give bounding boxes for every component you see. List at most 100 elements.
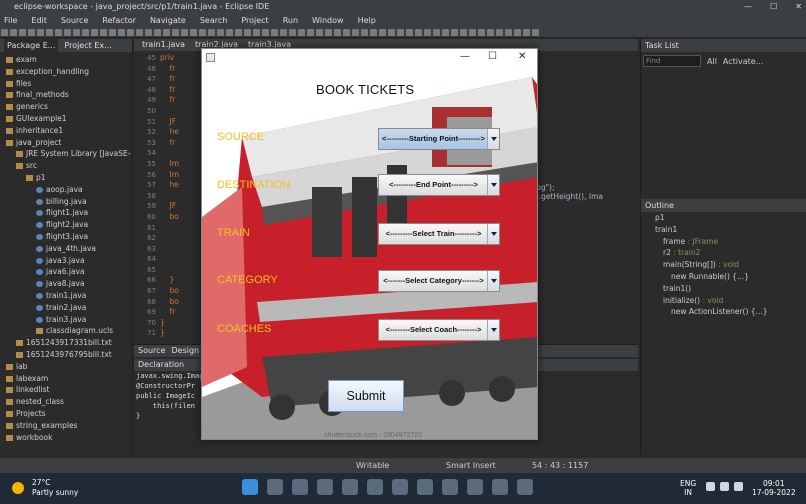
language-indicator[interactable]: ENG IN <box>680 479 696 497</box>
tree-item[interactable]: generics <box>0 101 132 113</box>
toolbar-icon[interactable] <box>469 29 476 36</box>
files-icon[interactable] <box>292 479 308 495</box>
tree-item[interactable]: exam <box>0 54 132 66</box>
toolbar-icon[interactable] <box>379 29 386 36</box>
toolbar-icon[interactable] <box>487 29 494 36</box>
menu-item-navigate[interactable]: Navigate <box>150 14 186 27</box>
toolbar-icon[interactable] <box>19 29 26 36</box>
toolbar-icon[interactable] <box>199 29 206 36</box>
chevron-down-icon[interactable] <box>487 320 499 340</box>
toolbar-icon[interactable] <box>217 29 224 36</box>
tree-item[interactable]: files <box>0 78 132 90</box>
close-icon[interactable]: ✕ <box>795 0 802 14</box>
menu-item-source[interactable]: Source <box>61 14 88 27</box>
outline-item[interactable]: train1 <box>641 224 806 236</box>
chevron-down-icon[interactable] <box>487 271 499 291</box>
chevron-down-icon[interactable] <box>487 175 499 195</box>
tab-train1[interactable]: train1.java <box>142 39 185 51</box>
destination-select[interactable]: <---------End Point---------> <box>378 174 500 196</box>
toolbar-icon[interactable] <box>118 29 125 36</box>
tree-item[interactable]: java_4th.java <box>0 243 132 255</box>
toolbar-icon[interactable] <box>523 29 530 36</box>
toolbar-icon[interactable] <box>64 29 71 36</box>
menu-item-refactor[interactable]: Refactor <box>102 14 136 27</box>
tree-item[interactable]: lab <box>0 361 132 373</box>
video-call-icon[interactable] <box>317 479 333 495</box>
toolbar-icon[interactable] <box>316 29 323 36</box>
tree-item[interactable]: classdiagram.ucls <box>0 325 132 337</box>
task-filter-all[interactable]: All <box>707 57 717 66</box>
tree-item[interactable]: 1651243976795bill.txt <box>0 349 132 361</box>
tree-item[interactable]: string_examples <box>0 420 132 432</box>
tab-source[interactable]: Source <box>138 345 165 357</box>
start-icon[interactable] <box>242 479 258 495</box>
toolbar-icon[interactable] <box>496 29 503 36</box>
menu-item-file[interactable]: File <box>4 14 17 27</box>
toolbar-icon[interactable] <box>406 29 413 36</box>
menu-item-edit[interactable]: Edit <box>31 14 47 27</box>
tree-item[interactable]: workbook <box>0 432 132 444</box>
tab-design[interactable]: Design <box>171 345 199 357</box>
tree-item[interactable]: train1.java <box>0 290 132 302</box>
menu-item-window[interactable]: Window <box>312 14 344 27</box>
toolbar-icon[interactable] <box>370 29 377 36</box>
chevron-down-icon[interactable] <box>487 224 499 244</box>
tab-task-list[interactable]: Task List <box>645 41 679 50</box>
toolbar-icon[interactable] <box>271 29 278 36</box>
toolbar-icon[interactable] <box>208 29 215 36</box>
tree-item[interactable]: Projects <box>0 408 132 420</box>
outline-item[interactable]: initialize() : void <box>641 295 806 307</box>
toolbar-icon[interactable] <box>100 29 107 36</box>
taskbar-clock[interactable]: 09:01 17-09-2022 <box>752 479 796 497</box>
task-activate-link[interactable]: Activate... <box>723 57 763 66</box>
toolbar-icon[interactable] <box>397 29 404 36</box>
tab-package-explorer[interactable]: Package E... <box>4 39 59 52</box>
toolbar-icon[interactable] <box>262 29 269 36</box>
toolbar-icon[interactable] <box>28 29 35 36</box>
source-select[interactable]: <---------Starting Point---------> <box>378 128 500 150</box>
file-explorer-icon[interactable] <box>342 479 358 495</box>
minimize-icon[interactable]: — <box>744 0 752 14</box>
toolbar-icon[interactable] <box>514 29 521 36</box>
store-icon[interactable] <box>392 479 408 495</box>
toolbar-icon[interactable] <box>289 29 296 36</box>
toolbar-icon[interactable] <box>91 29 98 36</box>
toolbar-icon[interactable] <box>433 29 440 36</box>
tree-item[interactable]: flight2.java <box>0 219 132 231</box>
maximize-icon[interactable]: ☐ <box>770 0 777 14</box>
submit-button[interactable]: Submit <box>328 380 404 412</box>
tree-item[interactable]: JRE System Library [JavaSE- <box>0 148 132 160</box>
tree-item[interactable]: GUIexample1 <box>0 113 132 125</box>
menu-item-search[interactable]: Search <box>200 14 227 27</box>
category-select[interactable]: <-------Select Category-------> <box>378 270 500 292</box>
toolbar-icon[interactable] <box>325 29 332 36</box>
outline-item[interactable]: main(String[]) : void <box>641 259 806 271</box>
outline-item[interactable]: new ActionListener() {...} <box>641 306 806 318</box>
outline-item[interactable]: frame : JFrame <box>641 236 806 248</box>
wifi-icon[interactable] <box>706 482 715 491</box>
java-app-icon[interactable] <box>517 479 533 495</box>
toolbar-icon[interactable] <box>388 29 395 36</box>
toolbar-icon[interactable] <box>307 29 314 36</box>
toolbar-icon[interactable] <box>1 29 8 36</box>
toolbar-icon[interactable] <box>361 29 368 36</box>
toolbar-icon[interactable] <box>505 29 512 36</box>
toolbar-icon[interactable] <box>109 29 116 36</box>
tree-item[interactable]: exception_handling <box>0 66 132 78</box>
toolbar-icon[interactable] <box>181 29 188 36</box>
toolbar-icon[interactable] <box>73 29 80 36</box>
toolbar-icon[interactable] <box>451 29 458 36</box>
tree-item[interactable]: 1651243917331bill.txt <box>0 337 132 349</box>
outline-item[interactable]: p1 <box>641 212 806 224</box>
tree-item[interactable]: final_methods <box>0 89 132 101</box>
edge-icon[interactable] <box>367 479 383 495</box>
tree-item[interactable]: p1 <box>0 172 132 184</box>
toolbar-icon[interactable] <box>127 29 134 36</box>
toolbar-icon[interactable] <box>37 29 44 36</box>
tree-item[interactable]: nested_class <box>0 396 132 408</box>
toolbar-icon[interactable] <box>460 29 467 36</box>
toolbar-icon[interactable] <box>145 29 152 36</box>
menu-item-help[interactable]: Help <box>358 14 376 27</box>
toolbar-icon[interactable] <box>226 29 233 36</box>
tree-item[interactable]: src <box>0 160 132 172</box>
